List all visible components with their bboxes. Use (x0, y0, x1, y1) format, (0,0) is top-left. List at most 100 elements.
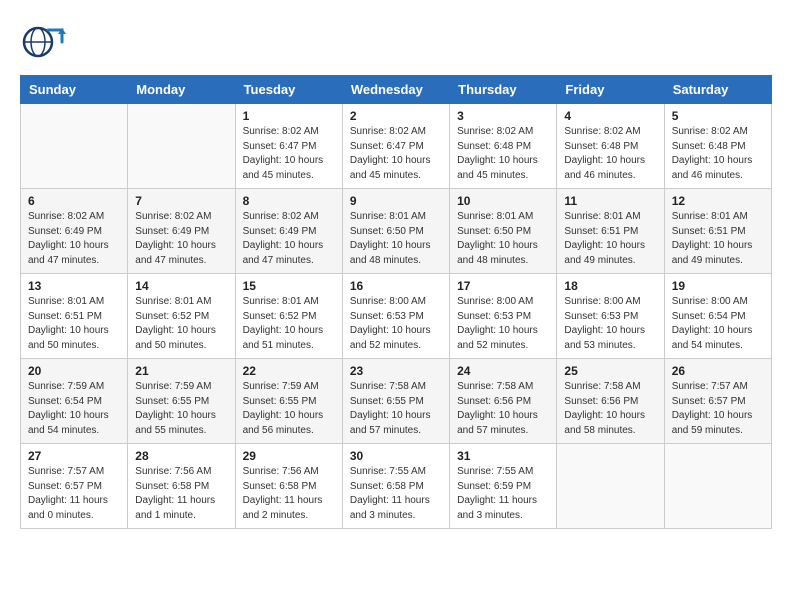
day-number: 1 (243, 109, 335, 123)
day-number: 19 (672, 279, 764, 293)
header-sunday: Sunday (21, 76, 128, 104)
calendar-week-2: 6 Sunrise: 8:02 AM Sunset: 6:49 PM Daylig… (21, 189, 772, 274)
page-header (20, 20, 772, 65)
day-info: Sunrise: 8:01 AM Sunset: 6:52 PM Dayligh… (243, 295, 335, 353)
calendar-cell: 7 Sunrise: 8:02 AM Sunset: 6:49 PM Daylig… (128, 189, 235, 274)
day-info: Sunrise: 8:01 AM Sunset: 6:51 PM Dayligh… (564, 210, 656, 268)
day-number: 2 (350, 109, 442, 123)
calendar-week-3: 13 Sunrise: 8:01 AM Sunset: 6:51 PM Dayli… (21, 274, 772, 359)
day-info: Sunrise: 7:56 AM Sunset: 6:58 PM Dayligh… (135, 465, 227, 523)
day-info: Sunrise: 8:02 AM Sunset: 6:48 PM Dayligh… (457, 125, 549, 183)
day-number: 20 (28, 364, 120, 378)
day-number: 16 (350, 279, 442, 293)
calendar-week-4: 20 Sunrise: 7:59 AM Sunset: 6:54 PM Dayli… (21, 359, 772, 444)
day-info: Sunrise: 7:58 AM Sunset: 6:56 PM Dayligh… (457, 380, 549, 438)
day-info: Sunrise: 7:57 AM Sunset: 6:57 PM Dayligh… (672, 380, 764, 438)
calendar-cell: 17 Sunrise: 8:00 AM Sunset: 6:53 PM Dayli… (450, 274, 557, 359)
calendar-cell: 1 Sunrise: 8:02 AM Sunset: 6:47 PM Daylig… (235, 104, 342, 189)
day-number: 15 (243, 279, 335, 293)
day-info: Sunrise: 7:55 AM Sunset: 6:59 PM Dayligh… (457, 465, 549, 523)
calendar-cell: 24 Sunrise: 7:58 AM Sunset: 6:56 PM Dayli… (450, 359, 557, 444)
calendar-cell: 10 Sunrise: 8:01 AM Sunset: 6:50 PM Dayli… (450, 189, 557, 274)
calendar-cell: 12 Sunrise: 8:01 AM Sunset: 6:51 PM Dayli… (664, 189, 771, 274)
day-number: 31 (457, 449, 549, 463)
day-number: 5 (672, 109, 764, 123)
day-info: Sunrise: 8:01 AM Sunset: 6:52 PM Dayligh… (135, 295, 227, 353)
header-thursday: Thursday (450, 76, 557, 104)
day-number: 6 (28, 194, 120, 208)
day-info: Sunrise: 7:58 AM Sunset: 6:55 PM Dayligh… (350, 380, 442, 438)
day-info: Sunrise: 8:02 AM Sunset: 6:49 PM Dayligh… (135, 210, 227, 268)
day-number: 10 (457, 194, 549, 208)
day-number: 24 (457, 364, 549, 378)
day-number: 3 (457, 109, 549, 123)
day-info: Sunrise: 7:59 AM Sunset: 6:55 PM Dayligh… (243, 380, 335, 438)
calendar-cell: 26 Sunrise: 7:57 AM Sunset: 6:57 PM Dayli… (664, 359, 771, 444)
calendar-cell: 2 Sunrise: 8:02 AM Sunset: 6:47 PM Daylig… (342, 104, 449, 189)
day-number: 14 (135, 279, 227, 293)
day-number: 17 (457, 279, 549, 293)
day-info: Sunrise: 8:02 AM Sunset: 6:47 PM Dayligh… (243, 125, 335, 183)
day-info: Sunrise: 8:00 AM Sunset: 6:53 PM Dayligh… (564, 295, 656, 353)
day-info: Sunrise: 8:00 AM Sunset: 6:53 PM Dayligh… (350, 295, 442, 353)
day-info: Sunrise: 8:01 AM Sunset: 6:50 PM Dayligh… (457, 210, 549, 268)
calendar-cell: 18 Sunrise: 8:00 AM Sunset: 6:53 PM Dayli… (557, 274, 664, 359)
calendar-cell (128, 104, 235, 189)
calendar-cell: 19 Sunrise: 8:00 AM Sunset: 6:54 PM Dayli… (664, 274, 771, 359)
calendar-cell: 21Sunrise: 7:59 AM Sunset: 6:55 PM Dayli… (128, 359, 235, 444)
day-info: Sunrise: 8:01 AM Sunset: 6:51 PM Dayligh… (672, 210, 764, 268)
day-info: Sunrise: 8:02 AM Sunset: 6:47 PM Dayligh… (350, 125, 442, 183)
calendar-cell: 9 Sunrise: 8:01 AM Sunset: 6:50 PM Daylig… (342, 189, 449, 274)
day-number: 28 (135, 449, 227, 463)
calendar-cell: 13 Sunrise: 8:01 AM Sunset: 6:51 PM Dayli… (21, 274, 128, 359)
calendar-cell: 29 Sunrise: 7:56 AM Sunset: 6:58 PM Dayli… (235, 444, 342, 529)
calendar-cell: 6Sunrise: 8:02 AM Sunset: 6:49 PM Daylig… (21, 189, 128, 274)
day-info: Sunrise: 8:02 AM Sunset: 6:48 PM Dayligh… (564, 125, 656, 183)
day-number: 26 (672, 364, 764, 378)
day-number: 11 (564, 194, 656, 208)
day-info: Sunrise: 7:56 AM Sunset: 6:58 PM Dayligh… (243, 465, 335, 523)
calendar-cell: 5 Sunrise: 8:02 AM Sunset: 6:48 PM Daylig… (664, 104, 771, 189)
calendar-cell: 27 Sunrise: 7:57 AM Sunset: 6:57 PM Dayli… (21, 444, 128, 529)
day-number: 25 (564, 364, 656, 378)
day-info: Sunrise: 7:59 AM Sunset: 6:54 PM Dayligh… (28, 380, 120, 438)
day-info: Sunrise: 7:57 AM Sunset: 6:57 PM Dayligh… (28, 465, 120, 523)
day-info: Sunrise: 7:58 AM Sunset: 6:56 PM Dayligh… (564, 380, 656, 438)
header-tuesday: Tuesday (235, 76, 342, 104)
day-number: 27 (28, 449, 120, 463)
day-number: 12 (672, 194, 764, 208)
day-number: 30 (350, 449, 442, 463)
day-number: 4 (564, 109, 656, 123)
logo (20, 20, 73, 65)
day-info: Sunrise: 7:55 AM Sunset: 6:58 PM Dayligh… (350, 465, 442, 523)
day-info: Sunrise: 8:02 AM Sunset: 6:49 PM Dayligh… (243, 210, 335, 268)
calendar-cell (21, 104, 128, 189)
day-number: 13 (28, 279, 120, 293)
calendar-cell: 25 Sunrise: 7:58 AM Sunset: 6:56 PM Dayli… (557, 359, 664, 444)
day-info: Sunrise: 8:02 AM Sunset: 6:48 PM Dayligh… (672, 125, 764, 183)
calendar-header-row: SundayMondayTuesdayWednesdayThursdayFrid… (21, 76, 772, 104)
day-info: Sunrise: 8:01 AM Sunset: 6:51 PM Dayligh… (28, 295, 120, 353)
calendar-table: SundayMondayTuesdayWednesdayThursdayFrid… (20, 75, 772, 529)
calendar-cell: 16 Sunrise: 8:00 AM Sunset: 6:53 PM Dayli… (342, 274, 449, 359)
header-saturday: Saturday (664, 76, 771, 104)
day-number: 21 (135, 364, 227, 378)
day-number: 7 (135, 194, 227, 208)
calendar-week-1: 1 Sunrise: 8:02 AM Sunset: 6:47 PM Daylig… (21, 104, 772, 189)
day-number: 18 (564, 279, 656, 293)
day-number: 23 (350, 364, 442, 378)
day-info: Sunrise: 8:00 AM Sunset: 6:54 PM Dayligh… (672, 295, 764, 353)
calendar-cell: 28 Sunrise: 7:56 AM Sunset: 6:58 PM Dayli… (128, 444, 235, 529)
calendar-cell: 15 Sunrise: 8:01 AM Sunset: 6:52 PM Dayli… (235, 274, 342, 359)
calendar-cell: 22Sunrise: 7:59 AM Sunset: 6:55 PM Dayli… (235, 359, 342, 444)
header-monday: Monday (128, 76, 235, 104)
calendar-cell: 31 Sunrise: 7:55 AM Sunset: 6:59 PM Dayli… (450, 444, 557, 529)
day-number: 8 (243, 194, 335, 208)
calendar-cell: 8 Sunrise: 8:02 AM Sunset: 6:49 PM Daylig… (235, 189, 342, 274)
day-number: 9 (350, 194, 442, 208)
calendar-cell: 20 Sunrise: 7:59 AM Sunset: 6:54 PM Dayli… (21, 359, 128, 444)
day-number: 29 (243, 449, 335, 463)
calendar-cell: 30 Sunrise: 7:55 AM Sunset: 6:58 PM Dayli… (342, 444, 449, 529)
day-info: Sunrise: 8:00 AM Sunset: 6:53 PM Dayligh… (457, 295, 549, 353)
day-info: Sunrise: 8:01 AM Sunset: 6:50 PM Dayligh… (350, 210, 442, 268)
